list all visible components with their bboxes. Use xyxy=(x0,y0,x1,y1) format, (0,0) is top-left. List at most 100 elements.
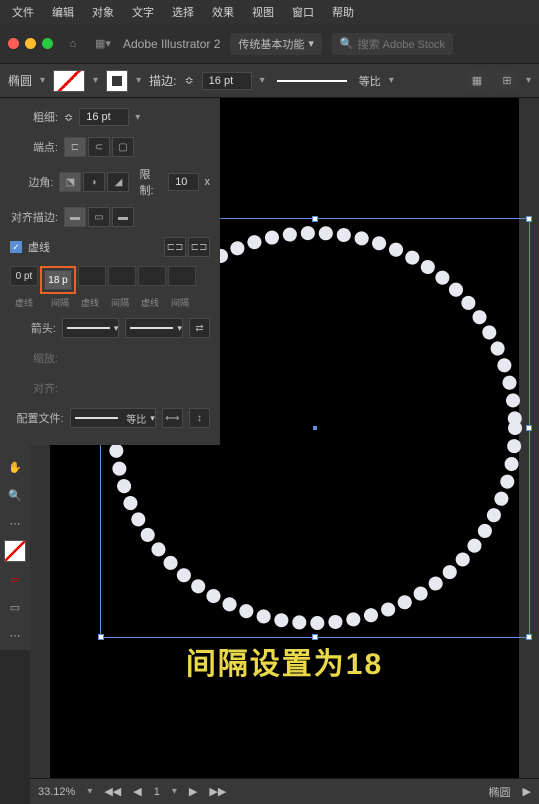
sel-handle-br[interactable] xyxy=(526,634,532,640)
flip-y-button[interactable]: ↕ xyxy=(189,408,210,428)
stroke-panel: 粗细: ≎ 16 pt ▾ 端点: ⊏ ⊂ ▢ 边角: ⬔ ◗ ◢ 限制: 10… xyxy=(0,98,220,445)
dash-input-4[interactable] xyxy=(138,266,166,286)
arrow-start-select[interactable]: ▾ xyxy=(62,318,119,338)
dash-label-5: 间隔 xyxy=(166,296,194,309)
align-center-button[interactable]: ▬ xyxy=(64,207,86,227)
page-number[interactable]: 1 xyxy=(154,786,160,798)
arrow-end-select[interactable]: ▾ xyxy=(125,318,182,338)
corner-bevel-button[interactable]: ◢ xyxy=(107,172,129,192)
app-title: Adobe Illustrator 2 xyxy=(123,37,220,51)
profile-select[interactable]: 等比▾ xyxy=(70,408,156,428)
corner-round-button[interactable]: ◗ xyxy=(83,172,105,192)
workspace-preset-label: 传统基本功能 xyxy=(238,36,304,52)
zoom-level[interactable]: 33.12% xyxy=(38,786,75,798)
cap-square-button[interactable]: ▢ xyxy=(112,137,134,157)
nav-prev-one-icon[interactable]: ◀ xyxy=(133,785,141,798)
nav-next-one-icon[interactable]: ▶ xyxy=(189,785,197,798)
align-arrow-label: 对齐: xyxy=(10,380,58,396)
arrow-label: 箭头: xyxy=(10,320,56,336)
dash-input-2[interactable] xyxy=(78,266,106,286)
window-controls xyxy=(8,38,53,49)
screen-mode-icon[interactable]: ▭ xyxy=(1,594,29,620)
menu-view[interactable]: 视图 xyxy=(244,4,282,20)
menu-text[interactable]: 文字 xyxy=(124,4,162,20)
chevron-down-icon[interactable]: ▾ xyxy=(87,786,92,797)
chevron-down-icon[interactable]: ▾ xyxy=(135,112,140,123)
stroke-weight-input[interactable]: 16 pt xyxy=(202,72,252,90)
dash-label-2: 虚线 xyxy=(76,296,104,309)
menu-object[interactable]: 对象 xyxy=(84,4,122,20)
chevron-down-icon[interactable]: ▾ xyxy=(260,75,265,86)
scale-label: 缩放: xyxy=(10,350,58,366)
transform-icon[interactable]: ⊞ xyxy=(496,70,518,92)
nav-right-icon[interactable]: ▶ xyxy=(523,785,531,798)
chevron-down-icon[interactable]: ▾ xyxy=(136,75,141,86)
maximize-button[interactable] xyxy=(42,38,53,49)
status-bar: 33.12% ▾ ◀◀ ◀ 1 ▾ ▶ ▶▶ 椭圆 ▶ xyxy=(30,778,539,804)
workspace-preset[interactable]: 传统基本功能▾ xyxy=(230,33,322,55)
dash-checkbox-label: 虚线 xyxy=(28,239,50,255)
fill-swatch[interactable] xyxy=(53,70,85,92)
home-icon[interactable]: ⌂ xyxy=(63,34,83,54)
brush-profile[interactable] xyxy=(277,80,347,82)
menu-window[interactable]: 窗口 xyxy=(284,4,322,20)
chevron-down-icon[interactable]: ▾ xyxy=(172,786,177,797)
dash-label-1: 间隔 xyxy=(46,296,74,309)
dash-input-5[interactable] xyxy=(168,266,196,286)
stroke-label: 描边: xyxy=(149,72,176,89)
dash-checkbox[interactable]: ✓ xyxy=(10,241,22,253)
sel-handle-mt[interactable] xyxy=(312,216,318,222)
layer-name[interactable]: 椭圆 xyxy=(489,784,511,800)
weight-stepper-icon[interactable]: ≎ xyxy=(64,111,73,124)
nav-prev-icon[interactable]: ◀◀ xyxy=(104,785,121,798)
sel-handle-tr[interactable] xyxy=(526,216,532,222)
minimize-button[interactable] xyxy=(25,38,36,49)
align-outside-button[interactable]: ▬ xyxy=(112,207,134,227)
search-input[interactable]: 🔍搜索 Adobe Stock xyxy=(332,33,453,55)
sel-handle-mr[interactable] xyxy=(526,425,532,431)
corner-miter-button[interactable]: ⬔ xyxy=(59,172,81,192)
swap-arrow-button[interactable]: ⇄ xyxy=(189,318,210,338)
chevron-down-icon[interactable]: ▾ xyxy=(389,75,394,86)
cap-butt-button[interactable]: ⊏ xyxy=(64,137,86,157)
menu-file[interactable]: 文件 xyxy=(4,4,42,20)
corner-label: 边角: xyxy=(10,174,53,190)
color-mode-icon[interactable]: ▱ xyxy=(1,566,29,592)
close-button[interactable] xyxy=(8,38,19,49)
stroke-stepper-icon[interactable]: ≎ xyxy=(184,74,193,87)
profile-label: 配置文件: xyxy=(10,410,64,426)
chevron-down-icon[interactable]: ▾ xyxy=(40,75,45,86)
nav-next-icon[interactable]: ▶▶ xyxy=(209,785,226,798)
align-icon[interactable]: ▦ xyxy=(466,70,488,92)
dash-align-button-1[interactable]: ⊏⊐ xyxy=(164,237,186,257)
menu-effect[interactable]: 效果 xyxy=(204,4,242,20)
menu-edit[interactable]: 编辑 xyxy=(44,4,82,20)
dash-input-3[interactable] xyxy=(108,266,136,286)
zoom-tool-icon[interactable]: 🔍 xyxy=(1,482,29,508)
chevron-down-icon[interactable]: ▾ xyxy=(93,75,98,86)
weight-input[interactable]: 16 pt xyxy=(79,108,129,126)
limit-input[interactable]: 10 xyxy=(168,173,198,191)
dash-input-1[interactable] xyxy=(44,270,72,290)
chevron-down-icon[interactable]: ▾ xyxy=(526,75,531,86)
caption: 间隔设置为18 xyxy=(186,639,383,683)
dash-label-4: 虚线 xyxy=(136,296,164,309)
flip-x-button[interactable]: ⟷ xyxy=(162,408,183,428)
menu-bar: 文件 编辑 对象 文字 选择 效果 视图 窗口 帮助 xyxy=(0,0,539,24)
dash-align-button-2[interactable]: ⊏⊐ xyxy=(188,237,210,257)
edit-toolbar-icon[interactable]: ⋯ xyxy=(1,622,29,648)
cap-round-button[interactable]: ⊂ xyxy=(88,137,110,157)
align-inside-button[interactable]: ▭ xyxy=(88,207,110,227)
more-tools-icon[interactable]: ⋯ xyxy=(1,510,29,536)
center-point[interactable] xyxy=(313,426,317,430)
layout-icon[interactable]: ▦▾ xyxy=(93,34,113,54)
sel-handle-bl[interactable] xyxy=(98,634,104,640)
fill-stroke-swatch[interactable] xyxy=(4,540,26,562)
dash-input-0[interactable] xyxy=(10,266,38,286)
menu-select[interactable]: 选择 xyxy=(164,4,202,20)
stroke-swatch[interactable] xyxy=(106,70,128,92)
profile-label: 等比 xyxy=(359,73,381,89)
limit-suffix: x xyxy=(205,176,211,188)
hand-tool-icon[interactable]: ✋ xyxy=(1,454,29,480)
menu-help[interactable]: 帮助 xyxy=(324,4,362,20)
